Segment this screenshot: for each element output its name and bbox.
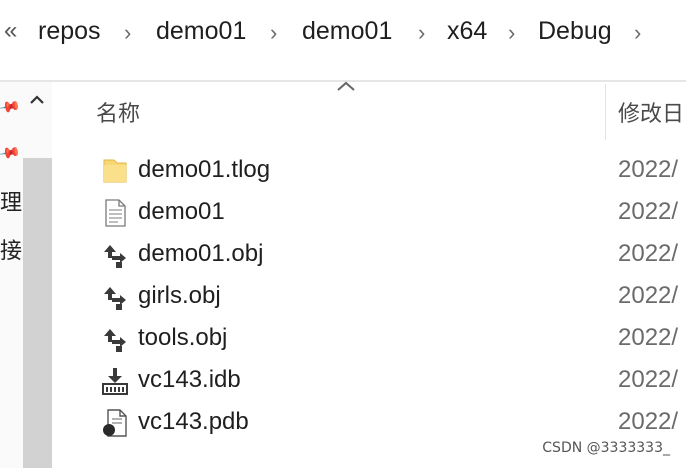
file-row-vc143-idb[interactable]: vc143.idb 2022/ [96, 360, 686, 402]
idb-file-icon [102, 368, 128, 395]
file-name: demo01.tlog [138, 156, 271, 183]
file-date: 2022/ [618, 366, 679, 393]
file-date: 2022/ [618, 240, 679, 267]
file-row-vc143-pdb[interactable]: vc143.pdb 2022/ [96, 402, 686, 444]
breadcrumb-item-repos[interactable]: repos [38, 14, 101, 48]
obj-file-icon [104, 329, 126, 352]
breadcrumb-item-demo01-2[interactable]: demo01 [302, 14, 392, 48]
column-header-name[interactable]: 名称 [96, 96, 140, 128]
nav-item-label[interactable]: 接 [0, 238, 22, 264]
column-divider[interactable] [605, 84, 606, 140]
pdb-file-icon [103, 409, 127, 437]
file-date: 2022/ [618, 324, 679, 351]
file-row-demo01-obj[interactable]: demo01.obj 2022/ [96, 234, 686, 276]
breadcrumb-item-x64[interactable]: x64 [447, 14, 487, 48]
file-row-demo01-tlog[interactable]: demo01.tlog 2022/ [96, 150, 686, 192]
file-row-tools-obj[interactable]: tools.obj 2022/ [96, 318, 686, 360]
breadcrumb-chevron-icon[interactable]: › [508, 16, 515, 50]
text-file-icon [105, 199, 126, 227]
file-name: vc143.idb [138, 366, 241, 393]
file-date: 2022/ [618, 408, 679, 435]
sort-ascending-icon [337, 81, 355, 91]
obj-file-icon [104, 287, 126, 310]
nav-item-label[interactable]: 理 [0, 190, 22, 216]
file-name: demo01.obj [138, 240, 264, 267]
address-bar[interactable]: « repos › demo01 › demo01 › x64 › Debug … [0, 0, 686, 62]
column-header-date-modified[interactable]: 修改日 [618, 96, 684, 128]
file-date: 2022/ [618, 282, 679, 309]
breadcrumb-chevron-icon[interactable]: › [124, 16, 131, 50]
file-date: 2022/ [618, 198, 679, 225]
file-row-demo01[interactable]: demo01 2022/ [96, 192, 686, 234]
breadcrumb-item-debug[interactable]: Debug [538, 14, 612, 48]
breadcrumb-item-demo01[interactable]: demo01 [156, 14, 246, 48]
file-name: girls.obj [138, 282, 221, 309]
scroll-up-arrow-icon[interactable] [27, 90, 47, 110]
navigation-scrollbar[interactable] [23, 158, 52, 468]
file-row-girls-obj[interactable]: girls.obj 2022/ [96, 276, 686, 318]
watermark-text: CSDN @3333333_ [542, 440, 670, 456]
obj-file-icon [104, 245, 126, 268]
breadcrumb-chevron-icon[interactable]: › [634, 16, 641, 50]
file-name: demo01 [138, 198, 225, 225]
breadcrumb-chevron-icon[interactable]: › [418, 16, 425, 50]
file-name: vc143.pdb [138, 408, 249, 435]
breadcrumb-chevron-icon[interactable]: › [270, 16, 277, 50]
breadcrumb-overflow-button[interactable]: « [4, 14, 17, 48]
folder-icon [103, 159, 127, 183]
file-name: tools.obj [138, 324, 228, 351]
file-date: 2022/ [618, 156, 679, 183]
